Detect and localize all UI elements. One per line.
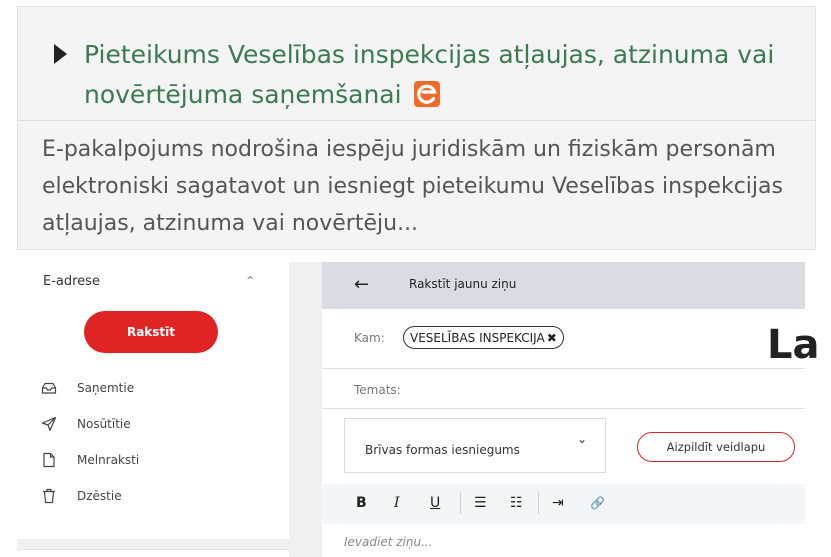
form-type-value: Brīvas formas iesniegums (365, 443, 520, 457)
sidebar-item-trash[interactable]: Dzēstie (41, 484, 122, 508)
e-address-app: E-adrese ⌃ Rakstīt Saņemtie Nosūtītie Me… (17, 262, 805, 557)
subject-field[interactable]: Temats: (354, 383, 401, 397)
e-service-icon (413, 81, 440, 107)
link-button[interactable]: 🔗 (590, 493, 605, 513)
service-card: Pieteikums Veselības inspekcijas atļauja… (17, 6, 816, 250)
card-divider (18, 120, 815, 121)
compose-panel: ← Rakstīt jaunu ziņu Kam: VESELĪBAS INSP… (322, 262, 805, 557)
sidebar-item-label: Dzēstie (77, 489, 122, 503)
bold-button[interactable]: B (356, 493, 367, 513)
service-description: E-pakalpojums nodrošina iespēju juridisk… (42, 137, 783, 236)
to-label: Kam: (354, 331, 385, 345)
compose-header: ← Rakstīt jaunu ziņu (322, 262, 805, 309)
draft-icon (43, 452, 55, 468)
sidebar-item-inbox[interactable]: Saņemtie (41, 376, 134, 400)
recipient-chip[interactable]: VESELĪBAS INSPEKCIJA ✖ (403, 326, 564, 349)
recipient-name: VESELĪBAS INSPEKCIJA (410, 330, 545, 345)
numbered-list-button[interactable]: ☷ (510, 493, 523, 513)
formatting-toolbar: B I U ☰ ☷ ⇥ 🔗 (322, 484, 805, 524)
expand-triangle-icon[interactable] (54, 44, 67, 64)
remove-recipient-icon[interactable]: ✖ (547, 331, 557, 345)
trash-icon (43, 488, 55, 504)
sidebar-section (17, 549, 289, 557)
sidebar-title: E-adrese (43, 274, 100, 289)
toolbar-divider (538, 492, 539, 514)
sidebar-item-drafts[interactable]: Melnraksti (41, 448, 139, 472)
message-body-input[interactable]: Ievadiet ziņu... (344, 535, 433, 549)
toolbar-divider (460, 492, 461, 514)
sidebar-item-label: Melnraksti (77, 453, 140, 467)
fill-form-button[interactable]: Aizpildīt veidlapu (637, 432, 795, 462)
chevron-down-icon: ⌄ (577, 432, 588, 446)
overlay-heading: La (767, 322, 820, 368)
underline-button[interactable]: U (430, 493, 440, 513)
chevron-up-icon[interactable]: ⌃ (245, 274, 255, 288)
italic-button[interactable]: I (394, 493, 400, 513)
service-title[interactable]: Pieteikums Veselības inspekcijas atļauja… (84, 35, 814, 115)
sidebar-item-sent[interactable]: Nosūtītie (41, 412, 131, 436)
compose-title: Rakstīt jaunu ziņu (409, 277, 517, 291)
send-icon (41, 416, 57, 432)
bullet-list-button[interactable]: ☰ (474, 493, 487, 513)
sidebar-item-label: Saņemtie (77, 381, 135, 395)
sidebar-item-label: Nosūtītie (77, 417, 131, 431)
form-type-select[interactable]: Brīvas formas iesniegums ⌄ (344, 418, 606, 473)
divider (322, 368, 805, 369)
indent-button[interactable]: ⇥ (552, 493, 564, 513)
divider (322, 408, 805, 409)
write-button[interactable]: Rakstīt (84, 311, 218, 353)
back-arrow-icon[interactable]: ← (354, 274, 369, 295)
inbox-icon (41, 382, 57, 394)
sidebar: E-adrese ⌃ Rakstīt Saņemtie Nosūtītie Me… (17, 262, 289, 539)
